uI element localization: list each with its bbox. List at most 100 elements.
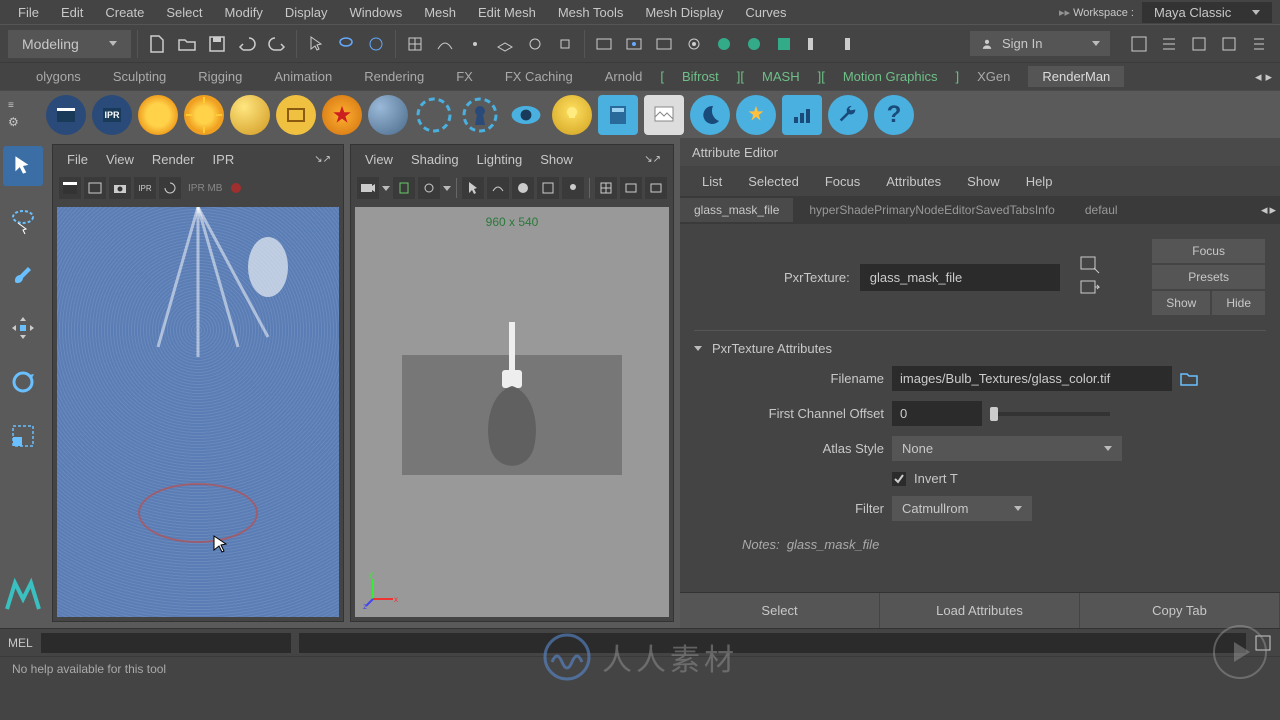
light-editor-icon[interactable] (741, 31, 767, 57)
ae-menu-attributes[interactable]: Attributes (874, 171, 953, 192)
snap-curve-icon[interactable] (432, 31, 458, 57)
shelf-sphere-light-icon[interactable] (230, 95, 270, 135)
shelf-help-icon[interactable]: ? (874, 95, 914, 135)
shelf-keyhole-icon[interactable] (460, 95, 500, 135)
shelf-tab-renderman[interactable]: RenderMan (1028, 66, 1124, 87)
shelf-tab-xgen[interactable]: XGen (963, 66, 1024, 87)
shelf-render-icon[interactable] (46, 95, 86, 135)
vp-texture-icon[interactable] (537, 177, 559, 199)
ipr-render-icon[interactable] (621, 31, 647, 57)
render-settings-icon[interactable] (681, 31, 707, 57)
vp-shaded-icon[interactable] (512, 177, 534, 199)
folder-icon[interactable] (1180, 371, 1198, 387)
ae-show-button[interactable]: Show (1151, 290, 1211, 316)
shelf-env-light-icon[interactable] (276, 95, 316, 135)
ae-tab-left-icon[interactable]: ◂ (1261, 202, 1268, 218)
shelf-eye-icon[interactable] (506, 95, 546, 135)
new-scene-icon[interactable] (144, 31, 170, 57)
ae-presets-button[interactable]: Presets (1151, 264, 1266, 290)
hypershade-icon[interactable] (711, 31, 737, 57)
shelf-tab-mash[interactable]: MASH (748, 66, 814, 87)
shelf-bars-icon[interactable] (782, 95, 822, 135)
render-icon[interactable] (591, 31, 617, 57)
snap-grid-icon[interactable] (402, 31, 428, 57)
rv-menu-view[interactable]: View (98, 150, 142, 169)
move-tool[interactable] (3, 308, 43, 348)
menu-edit-mesh[interactable]: Edit Mesh (468, 3, 546, 22)
menu-file[interactable]: File (8, 3, 49, 22)
menu-modify[interactable]: Modify (215, 3, 273, 22)
vp-film-gate-icon[interactable] (620, 177, 642, 199)
rv-record-icon[interactable] (231, 183, 241, 193)
vp-gate-mask-icon[interactable] (645, 177, 667, 199)
mode-selector[interactable]: Modeling (8, 30, 131, 58)
rv-expand-icon[interactable]: ↘↗ (308, 152, 337, 167)
ae-focus-button[interactable]: Focus (1151, 238, 1266, 264)
workspace-selector[interactable]: Maya Classic (1142, 2, 1272, 23)
render-view-image[interactable] (57, 207, 339, 617)
ae-filename-input[interactable] (892, 366, 1172, 391)
vp-select-icon[interactable] (462, 177, 484, 199)
rv-camera-icon[interactable] (109, 177, 131, 199)
shelf-material-icon[interactable] (368, 95, 408, 135)
menu-mesh-tools[interactable]: Mesh Tools (548, 3, 634, 22)
shelf-menu-icon[interactable]: ≡ (8, 100, 40, 111)
ae-tab-right-icon[interactable]: ▸ (1269, 202, 1276, 218)
ae-invert-checkbox[interactable] (892, 472, 906, 486)
ae-atlas-select[interactable]: None (892, 436, 1122, 461)
menu-display[interactable]: Display (275, 3, 338, 22)
menu-create[interactable]: Create (95, 3, 154, 22)
ae-select-button[interactable]: Select (680, 593, 880, 628)
rv-ipr-toggle-icon[interactable]: IPR (134, 177, 156, 199)
snap-point-icon[interactable] (462, 31, 488, 57)
menu-mesh[interactable]: Mesh (414, 3, 466, 22)
lasso-tool[interactable] (3, 200, 43, 240)
rv-clapboard-icon[interactable] (59, 177, 81, 199)
rv-menu-file[interactable]: File (59, 150, 96, 169)
vp-wire-icon[interactable] (487, 177, 509, 199)
snap-plane-icon[interactable] (492, 31, 518, 57)
shelf-sun-rays-icon[interactable] (184, 95, 224, 135)
vp-expand-icon[interactable]: ↘↗ (638, 152, 667, 167)
shelf-tab-arnold[interactable]: Arnold (591, 66, 657, 87)
snap-toggle-icon[interactable] (552, 31, 578, 57)
shelf-moon-icon[interactable] (690, 95, 730, 135)
shelf-tab-polygons[interactable]: olygons (22, 66, 95, 87)
render-sequence-icon[interactable] (651, 31, 677, 57)
panel-toggle1-icon[interactable] (801, 31, 827, 57)
outliner-toggle-icon[interactable] (1156, 31, 1182, 57)
shelf-tab-motion-graphics[interactable]: Motion Graphics (829, 66, 952, 87)
menu-select[interactable]: Select (156, 3, 212, 22)
shelf-scroll-right-icon[interactable]: ▸ (1265, 69, 1272, 85)
menu-curves[interactable]: Curves (735, 3, 796, 22)
menu-edit[interactable]: Edit (51, 3, 93, 22)
render-setup-icon[interactable] (771, 31, 797, 57)
signin-button[interactable]: Sign In (970, 31, 1110, 56)
channel-box-toggle-icon[interactable] (1246, 31, 1272, 57)
vp-menu-view[interactable]: View (357, 150, 401, 169)
attr-editor-toggle-icon[interactable] (1186, 31, 1212, 57)
vp-menu-lighting[interactable]: Lighting (469, 150, 531, 169)
undo-icon[interactable] (234, 31, 260, 57)
shelf-tab-rigging[interactable]: Rigging (184, 66, 256, 87)
shelf-sun-basic-icon[interactable] (138, 95, 178, 135)
ae-load-attributes-button[interactable]: Load Attributes (880, 593, 1080, 628)
vp-camera-menu-icon[interactable] (382, 186, 390, 191)
ae-menu-selected[interactable]: Selected (736, 171, 811, 192)
ae-tab-hypershade-info[interactable]: hyperShadePrimaryNodeEditorSavedTabsInfo (795, 198, 1068, 222)
vp-gear-icon[interactable] (418, 177, 440, 199)
open-scene-icon[interactable] (174, 31, 200, 57)
ae-menu-focus[interactable]: Focus (813, 171, 872, 192)
shelf-star2-icon[interactable] (736, 95, 776, 135)
vp-camera-icon[interactable] (357, 177, 379, 199)
lasso-select-icon[interactable] (333, 31, 359, 57)
shelf-tab-sculpting[interactable]: Sculpting (99, 66, 180, 87)
rv-refresh-icon[interactable] (159, 177, 181, 199)
vp-menu-show[interactable]: Show (532, 150, 581, 169)
rv-menu-render[interactable]: Render (144, 150, 203, 169)
shelf-tab-bifrost[interactable]: Bifrost (668, 66, 733, 87)
vp-grid-icon[interactable] (595, 177, 617, 199)
paint-select-icon[interactable] (363, 31, 389, 57)
ae-copy-tab-button[interactable]: Copy Tab (1080, 593, 1280, 628)
redo-icon[interactable] (264, 31, 290, 57)
